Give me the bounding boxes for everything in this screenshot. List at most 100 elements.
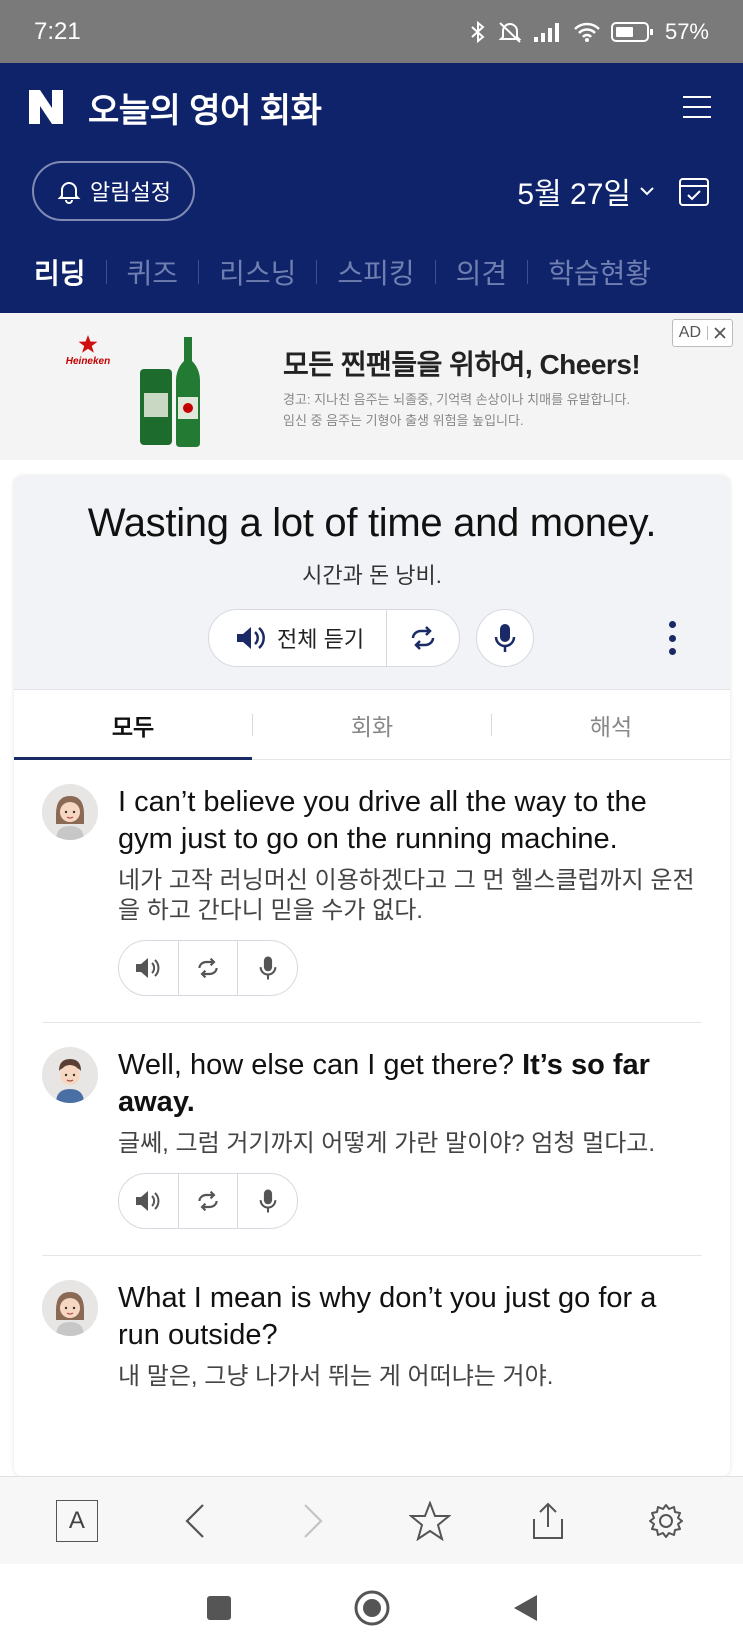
lesson-header: Wasting a lot of time and money. 시간과 돈 낭…: [14, 476, 730, 690]
alarm-settings-button[interactable]: 알림설정: [32, 161, 195, 221]
app-header: 오늘의 영어 회화: [0, 63, 743, 151]
bell-icon: [57, 182, 81, 204]
chevron-down-icon: [640, 187, 654, 196]
lesson-card: Wasting a lot of time and money. 시간과 돈 낭…: [14, 476, 730, 1476]
ad-banner[interactable]: AD Heineken 모든 찐팬들을 위하여, Cheers! 경고: 지나친…: [0, 313, 743, 460]
play-all-button[interactable]: 전체 듣기: [209, 610, 387, 666]
tab-progress[interactable]: 학습현황: [548, 252, 651, 292]
line-repeat-button[interactable]: [179, 1174, 239, 1228]
dialog-korean: 네가 고작 러닝머신 이용하겠다고 그 먼 헬스클럽까지 운전을 하고 간다니 …: [118, 867, 695, 924]
status-icons: 57%: [469, 19, 709, 45]
share-button[interactable]: [518, 1491, 578, 1551]
dialog-korean: 글쎄, 그럼 거기까지 어떻게 가란 말이야? 엄청 멀다고.: [118, 1130, 656, 1157]
tab-quiz[interactable]: 퀴즈: [127, 252, 179, 292]
dialog-list: I can’t believe you drive all the way to…: [14, 760, 730, 1418]
star-icon: [409, 1500, 452, 1541]
dialog-line: I can’t believe you drive all the way to…: [42, 760, 702, 1023]
line-controls: [118, 1173, 298, 1229]
status-bar: 7:21 57%: [0, 0, 743, 63]
dialog-english: What I mean is why don’t you just go for…: [118, 1282, 657, 1351]
font-size-icon: A: [55, 1499, 98, 1542]
microphone-icon: [259, 1189, 277, 1213]
beer-bottles-image: [140, 337, 200, 447]
main-sentence: Wasting a lot of time and money.: [87, 501, 657, 545]
share-icon: [533, 1502, 564, 1539]
line-record-button[interactable]: [238, 1174, 297, 1228]
ad-warning: 경고: 지나친 음주는 뇌졸중, 기억력 손상이나 치매를 유발합니다. 임신 …: [283, 392, 631, 428]
record-button[interactable]: [476, 609, 534, 667]
segment-tab-translation[interactable]: 해석: [492, 690, 730, 759]
line-play-button[interactable]: [119, 941, 179, 995]
dialog-english: I can’t believe you drive all the way to…: [118, 786, 647, 855]
calendar-check-icon[interactable]: [677, 174, 711, 208]
forward-button[interactable]: [283, 1491, 343, 1551]
segment-tab-dialog[interactable]: 회화: [253, 690, 491, 759]
repeat-all-button[interactable]: [387, 626, 459, 650]
gear-icon: [649, 1503, 684, 1538]
battery-icon: [610, 21, 653, 42]
main-tabs: 리딩 퀴즈 리스닝 스피킹 의견 학습현황: [0, 231, 743, 313]
more-options-icon[interactable]: [662, 617, 682, 659]
battery-percent: 57%: [664, 18, 709, 44]
font-size-button[interactable]: A: [47, 1491, 107, 1551]
back-button[interactable]: [165, 1491, 225, 1551]
line-play-button[interactable]: [119, 1174, 179, 1228]
dialog-korean: 내 말은, 그냥 나가서 뛰는 게 어떠냐는 거야.: [118, 1363, 554, 1390]
mute-bell-icon: [498, 21, 522, 43]
tab-divider: [434, 260, 436, 284]
tab-speaking[interactable]: 스피킹: [337, 252, 414, 292]
speaker-icon: [136, 958, 160, 978]
repeat-icon: [198, 1190, 218, 1212]
bluetooth-icon: [471, 20, 485, 43]
wifi-icon: [574, 22, 600, 42]
avatar-man: [42, 1047, 98, 1103]
avatar-woman: [42, 1280, 98, 1336]
dialog-line: What I mean is why don’t you just go for…: [42, 1256, 702, 1418]
segment-tab-all[interactable]: 모두: [14, 690, 252, 760]
tab-listening[interactable]: 리스닝: [219, 252, 296, 292]
tab-opinion[interactable]: 의견: [456, 252, 508, 292]
avatar-woman: [42, 784, 98, 840]
main-translation: 시간과 돈 낭비.: [302, 563, 442, 588]
tab-reading[interactable]: 리딩: [34, 252, 86, 292]
repeat-icon: [198, 957, 218, 979]
line-controls: [118, 940, 298, 996]
speaker-icon: [237, 627, 265, 649]
play-all-label: 전체 듣기: [277, 627, 365, 652]
dialog-english: Well, how else can I get there? It’s so …: [118, 1049, 650, 1118]
line-repeat-button[interactable]: [179, 941, 239, 995]
back-nav-icon[interactable]: [511, 1593, 539, 1623]
dialog-line: Well, how else can I get there? It’s so …: [42, 1023, 702, 1256]
home-icon[interactable]: [353, 1589, 391, 1627]
tab-divider: [316, 260, 318, 284]
status-time: 7:21: [34, 17, 81, 45]
tab-divider: [527, 260, 529, 284]
ad-headline: 모든 찐팬들을 위하여, Cheers!: [283, 349, 641, 380]
close-icon[interactable]: [714, 327, 726, 339]
ad-badge[interactable]: AD: [671, 319, 733, 347]
date-label: 5월 27일: [517, 178, 631, 211]
line-record-button[interactable]: [238, 941, 297, 995]
settings-button[interactable]: [636, 1491, 696, 1551]
speaker-icon: [136, 1191, 160, 1211]
signal-icon: [533, 22, 559, 42]
sub-header: 알림설정 5월 27일: [0, 151, 743, 231]
tab-divider: [198, 260, 200, 284]
heineken-logo: Heineken: [62, 335, 114, 367]
segment-tabs: 모두 회화 해석: [14, 690, 730, 760]
app-title: 오늘의 영어 회화: [88, 91, 322, 130]
chevron-right-icon: [303, 1503, 323, 1538]
system-navigation: [0, 1564, 743, 1652]
chevron-left-icon: [185, 1503, 204, 1538]
browser-toolbar: A: [0, 1476, 743, 1564]
play-all-group: 전체 듣기: [208, 609, 460, 667]
tab-divider: [105, 260, 107, 284]
microphone-icon: [494, 624, 516, 652]
naver-logo-icon[interactable]: [26, 87, 66, 127]
alarm-settings-label: 알림설정: [90, 180, 171, 205]
hamburger-menu-icon[interactable]: [677, 87, 717, 127]
recent-apps-icon[interactable]: [205, 1594, 233, 1622]
bookmark-button[interactable]: [400, 1491, 460, 1551]
repeat-icon: [411, 626, 435, 650]
date-selector[interactable]: 5월 27일: [517, 169, 655, 213]
